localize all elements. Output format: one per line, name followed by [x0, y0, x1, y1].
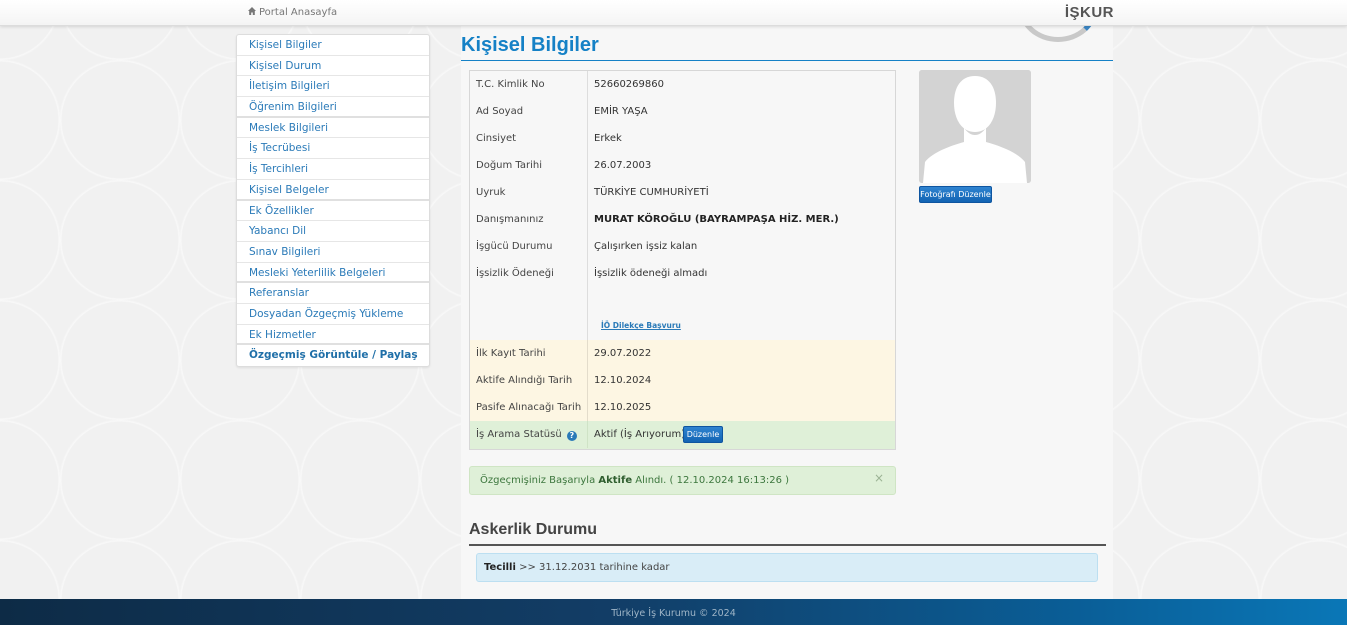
- sidebar-item-kisisel-durum[interactable]: Kişisel Durum: [237, 56, 429, 77]
- job-status-label: İş Arama Statüsü: [476, 429, 562, 440]
- sidebar-item-ogrenim-bilgileri[interactable]: Öğrenim Bilgileri: [237, 97, 429, 118]
- row-divider: [587, 367, 588, 394]
- sidebar-item-yabanci-dil[interactable]: Yabancı Dil: [237, 221, 429, 242]
- job-status-label-wrap: İş Arama Statüsü ?: [476, 429, 577, 441]
- footer: Türkiye İş Kurumu © 2024: [0, 599, 1347, 625]
- first-registration-value: 29.07.2022: [594, 348, 652, 359]
- military-section-title: Askerlik Durumu: [469, 521, 598, 538]
- active-date-value: 12.10.2024: [594, 375, 652, 386]
- sidebar-item-mesleki-yeterlilik[interactable]: Mesleki Yeterlilik Belgeleri: [237, 263, 429, 284]
- edit-job-status-button[interactable]: Düzenle: [683, 426, 723, 443]
- close-icon[interactable]: ×: [874, 465, 884, 492]
- active-date-label: Aktife Alındığı Tarih: [476, 375, 573, 386]
- passive-date-label: Pasife Alınacağı Tarih: [476, 402, 582, 413]
- sidebar-item-dosyadan-ozgecmis[interactable]: Dosyadan Özgeçmiş Yükleme: [237, 304, 429, 325]
- row-passive-date: Pasife Alınacağı Tarih 12.10.2025: [470, 394, 895, 421]
- sidebar-item-meslek-bilgileri[interactable]: Meslek Bilgileri: [237, 118, 429, 139]
- sidebar-item-referanslar[interactable]: Referanslar: [237, 283, 429, 304]
- benefit-value: İşsizlik ödeneği almadı: [594, 268, 708, 279]
- row-gender: Cinsiyet Erkek: [470, 125, 895, 152]
- row-divider: [587, 421, 588, 448]
- advisor-label: Danışmanınız: [476, 214, 544, 225]
- footer-text: Türkiye İş Kurumu © 2024: [611, 608, 736, 619]
- sidebar-item-ek-ozellikler[interactable]: Ek Özellikler: [237, 201, 429, 222]
- success-alert: Özgeçmişiniz Başarıyla Aktife Alındı. ( …: [469, 466, 896, 495]
- row-tc: T.C. Kimlik No 52660269860: [470, 71, 895, 98]
- military-status: Tecilli: [484, 562, 516, 573]
- first-registration-label: İlk Kayıt Tarihi: [476, 348, 546, 359]
- row-birth-date: Doğum Tarihi 26.07.2003: [470, 152, 895, 179]
- gender-label: Cinsiyet: [476, 133, 517, 144]
- sidebar-item-is-tercihleri[interactable]: İş Tercihleri: [237, 159, 429, 180]
- sidebar-item-ek-hizmetler[interactable]: Ek Hizmetler: [237, 325, 429, 346]
- name-label: Ad Soyad: [476, 106, 524, 117]
- title-divider: [461, 60, 1113, 61]
- advisor-value: MURAT KÖROĞLU (BAYRAMPAŞA HİZ. MER.): [594, 214, 839, 225]
- row-active-date: Aktife Alındığı Tarih 12.10.2024: [470, 367, 895, 394]
- sidebar-item-kisisel-bilgiler[interactable]: Kişisel Bilgiler: [237, 35, 429, 56]
- job-status-value: Aktif (İş Arıyorum): [594, 429, 686, 440]
- workforce-value: Çalışırken işsiz kalan: [594, 241, 698, 252]
- row-advisor: Danışmanınız MURAT KÖROĞLU (BAYRAMPAŞA H…: [470, 206, 895, 233]
- portal-home-link[interactable]: Portal Anasayfa: [247, 6, 337, 18]
- row-name: Ad Soyad EMİR YAŞA: [470, 98, 895, 125]
- row-first-registration: İlk Kayıt Tarihi 29.07.2022: [470, 340, 895, 367]
- sidebar-menu: Kişisel Bilgiler Kişisel Durum İletişim …: [236, 34, 430, 367]
- help-icon[interactable]: ?: [566, 431, 577, 441]
- military-status-detail: >> 31.12.2031 tarihine kadar: [515, 562, 670, 573]
- user-silhouette-icon: [919, 70, 1031, 183]
- petition-link[interactable]: İÖ Dilekçe Başvuru: [601, 321, 681, 330]
- alert-text-bold: Aktife: [598, 475, 633, 486]
- sidebar-item-is-tecrubesi[interactable]: İş Tecrübesi: [237, 138, 429, 160]
- row-divider: [587, 394, 588, 421]
- sidebar-item-ozgecmis-goruntule[interactable]: Özgeçmiş Görüntüle / Paylaş: [237, 345, 429, 366]
- nationality-label: Uyruk: [476, 187, 506, 198]
- birth-date-value: 26.07.2003: [594, 160, 652, 171]
- main-content: Kişisel Bilgiler T.C. Kimlik No 52660269…: [461, 26, 1113, 599]
- nationality-value: TÜRKİYE CUMHURİYETİ: [594, 187, 709, 198]
- alert-text-prefix: Özgeçmişiniz Başarıyla: [480, 475, 599, 486]
- profile-photo: [919, 70, 1031, 183]
- tc-value: 52660269860: [594, 79, 664, 90]
- alert-text-suffix: Alındı. ( 12.10.2024 16:13:26 ): [632, 475, 790, 486]
- gender-value: Erkek: [594, 133, 622, 144]
- military-section-divider: [469, 544, 1106, 546]
- workforce-label: İşgücü Durumu: [476, 241, 553, 252]
- sidebar-item-kisisel-belgeler[interactable]: Kişisel Belgeler: [237, 180, 429, 201]
- row-divider: [587, 340, 588, 367]
- top-bar: Portal Anasayfa İŞKUR: [0, 0, 1347, 26]
- row-nationality: Uyruk TÜRKİYE CUMHURİYETİ: [470, 179, 895, 206]
- brand-logo-text: İŞKUR: [1064, 4, 1114, 21]
- tc-label: T.C. Kimlik No: [476, 79, 545, 90]
- sidebar-item-sinav-bilgileri[interactable]: Sınav Bilgileri: [237, 242, 429, 263]
- row-benefit: İşsizlik Ödeneği İşsizlik ödeneği almadı: [470, 260, 895, 287]
- birth-date-label: Doğum Tarihi: [476, 160, 543, 171]
- passive-date-value: 12.10.2025: [594, 402, 652, 413]
- benefit-label: İşsizlik Ödeneği: [476, 268, 554, 279]
- military-status-box: Tecilli >> 31.12.2031 tarihine kadar: [476, 553, 1098, 582]
- name-value: EMİR YAŞA: [594, 106, 648, 117]
- home-icon: [248, 7, 256, 15]
- sidebar-item-iletisim-bilgileri[interactable]: İletişim Bilgileri: [237, 76, 429, 98]
- personal-info-table: T.C. Kimlik No 52660269860 Ad Soyad EMİR…: [469, 70, 896, 450]
- page-title: Kişisel Bilgiler: [461, 34, 599, 56]
- row-workforce: İşgücü Durumu Çalışırken işsiz kalan: [470, 233, 895, 260]
- portal-home-label: Portal Anasayfa: [259, 7, 338, 18]
- edit-photo-button[interactable]: Fotoğrafı Düzenle: [919, 186, 992, 203]
- row-job-status: İş Arama Statüsü ? Aktif (İş Arıyorum) D…: [470, 421, 895, 449]
